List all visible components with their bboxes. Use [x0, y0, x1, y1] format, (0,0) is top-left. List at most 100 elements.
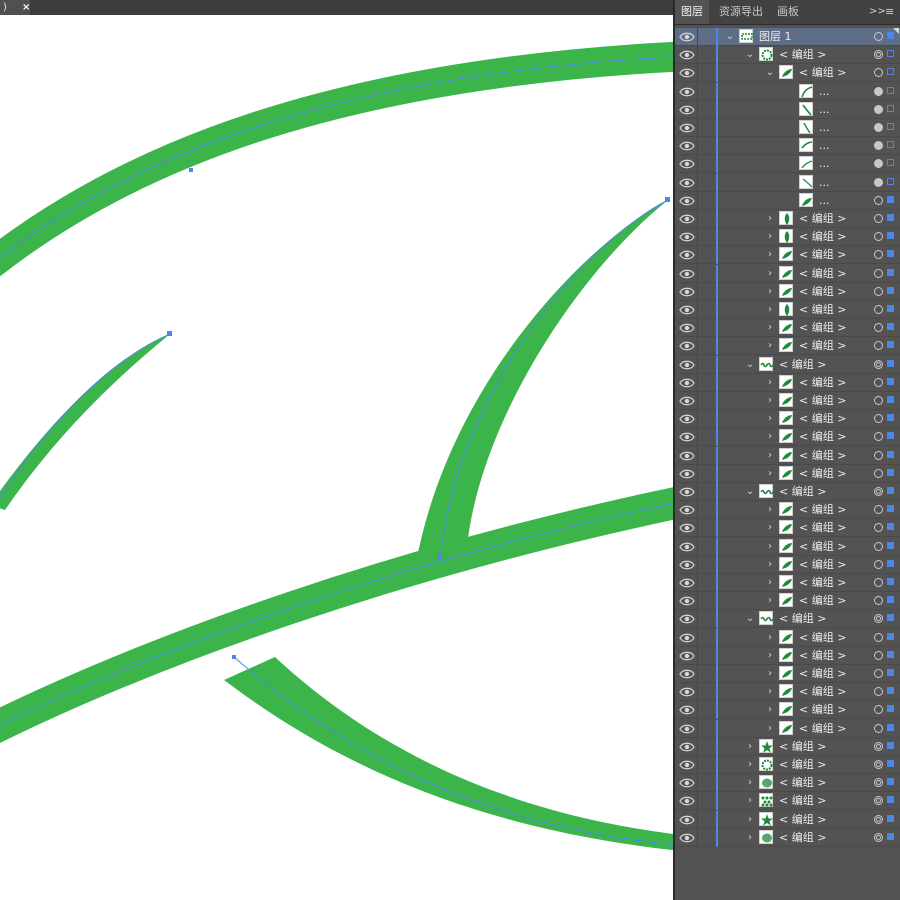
- selection-square-icon[interactable]: [887, 377, 894, 385]
- target-circle-icon[interactable]: [874, 796, 883, 806]
- path-row[interactable]: ...: [675, 191, 900, 210]
- artboard-canvas[interactable]: [0, 15, 673, 900]
- layer-name[interactable]: < 编组 >: [799, 210, 846, 228]
- eye-icon[interactable]: [679, 413, 695, 425]
- eye-icon[interactable]: [679, 195, 695, 207]
- chevron-right-icon[interactable]: ›: [765, 429, 775, 443]
- target-circle-icon[interactable]: [874, 141, 883, 151]
- target-circle-icon[interactable]: [874, 814, 883, 824]
- tab-layers[interactable]: 图层: [675, 0, 709, 24]
- chevron-right-icon[interactable]: ›: [765, 448, 775, 462]
- selection-square-icon[interactable]: [887, 268, 894, 276]
- eye-icon[interactable]: [679, 559, 695, 571]
- group-row[interactable]: › < 编组 >: [675, 810, 900, 829]
- group-row[interactable]: › < 编组 >: [675, 410, 900, 429]
- chevron-right-icon[interactable]: ›: [745, 757, 755, 771]
- chevron-right-icon[interactable]: ›: [765, 630, 775, 644]
- layer-name[interactable]: < 编组 >: [779, 774, 826, 792]
- chevron-right-icon[interactable]: ›: [765, 648, 775, 662]
- target-circle-icon[interactable]: [874, 650, 883, 660]
- anchor-point[interactable]: [232, 655, 236, 659]
- layer-name[interactable]: < 编组 >: [799, 683, 846, 701]
- group-row[interactable]: › < 编组 >: [675, 392, 900, 410]
- chevron-right-icon[interactable]: ›: [765, 502, 775, 516]
- group-row[interactable]: ⌄ < 编组 >: [675, 355, 900, 374]
- chevron-right-icon[interactable]: ›: [765, 247, 775, 261]
- layer-name[interactable]: < 编组 >: [799, 374, 846, 392]
- layer-name[interactable]: < 编组 >: [799, 337, 846, 355]
- eye-icon[interactable]: [679, 213, 695, 225]
- layer-name[interactable]: < 编组 >: [799, 720, 846, 738]
- eye-icon[interactable]: [679, 286, 695, 298]
- layer-name[interactable]: < 编组 >: [799, 428, 846, 446]
- eye-icon[interactable]: [679, 704, 695, 716]
- layer-name[interactable]: < 编组 >: [799, 301, 846, 319]
- chevron-right-icon[interactable]: ›: [765, 211, 775, 225]
- chevron-right-icon[interactable]: ›: [765, 557, 775, 571]
- group-row[interactable]: › < 编组 >: [675, 264, 900, 283]
- group-row[interactable]: › < 编组 >: [675, 719, 900, 738]
- target-circle-icon[interactable]: [874, 778, 883, 788]
- close-icon[interactable]: ×: [22, 0, 30, 15]
- layer-name[interactable]: < 编组 >: [799, 556, 846, 574]
- selection-square-icon[interactable]: [887, 123, 894, 130]
- layer-row[interactable]: ⌄ 图层 1: [675, 28, 900, 46]
- group-row[interactable]: › < 编组 >: [675, 337, 900, 356]
- eye-icon[interactable]: [679, 431, 695, 443]
- layer-name[interactable]: < 编组 >: [799, 701, 846, 719]
- layer-name[interactable]: < 编组 >: [779, 356, 826, 374]
- target-circle-icon[interactable]: [874, 687, 883, 697]
- eye-icon[interactable]: [679, 832, 695, 844]
- selection-square-icon[interactable]: [887, 214, 894, 221]
- anchor-point[interactable]: [437, 556, 441, 560]
- eye-icon[interactable]: [679, 177, 695, 189]
- chevron-right-icon[interactable]: ›: [765, 302, 775, 316]
- layer-name[interactable]: ...: [819, 174, 830, 192]
- chevron-right-icon[interactable]: ›: [765, 575, 775, 589]
- layer-name[interactable]: < 编组 >: [799, 574, 846, 592]
- selection-square-icon[interactable]: [887, 705, 894, 713]
- target-circle-icon[interactable]: [874, 159, 883, 169]
- target-circle-icon[interactable]: [874, 214, 883, 223]
- selection-square-icon[interactable]: [887, 286, 894, 294]
- layer-name[interactable]: < 编组 >: [779, 610, 826, 628]
- target-circle-icon[interactable]: [874, 505, 883, 515]
- eye-icon[interactable]: [679, 268, 695, 280]
- eye-icon[interactable]: [679, 49, 695, 61]
- group-row[interactable]: › < 编组 >: [675, 646, 900, 665]
- document-tab[interactable]: ) ×: [0, 0, 30, 15]
- target-circle-icon[interactable]: [874, 523, 883, 533]
- panel-menu-icon[interactable]: ≡: [885, 0, 894, 24]
- eye-icon[interactable]: [679, 140, 695, 152]
- selection-square-icon[interactable]: [887, 741, 894, 749]
- target-circle-icon[interactable]: [874, 741, 883, 751]
- target-circle-icon[interactable]: [874, 177, 883, 187]
- selection-square-icon[interactable]: [887, 814, 894, 822]
- layer-name[interactable]: < 编组 >: [799, 319, 846, 337]
- layer-name[interactable]: ...: [819, 155, 830, 173]
- target-circle-icon[interactable]: [874, 104, 883, 114]
- selection-square-icon[interactable]: [887, 596, 894, 604]
- layer-name[interactable]: < 编组 >: [779, 738, 826, 756]
- eye-icon[interactable]: [679, 322, 695, 334]
- group-row[interactable]: › < 编组 >: [675, 301, 900, 319]
- eye-icon[interactable]: [679, 741, 695, 753]
- eye-icon[interactable]: [679, 395, 695, 407]
- target-circle-icon[interactable]: [874, 323, 883, 333]
- path-row[interactable]: ...: [675, 119, 900, 137]
- eye-icon[interactable]: [679, 577, 695, 589]
- eye-icon[interactable]: [679, 541, 695, 553]
- chevron-right-icon[interactable]: ›: [765, 229, 775, 243]
- eye-icon[interactable]: [679, 122, 695, 134]
- group-row[interactable]: › < 编组 >: [675, 574, 900, 592]
- chevron-right-icon[interactable]: ›: [765, 411, 775, 425]
- eye-icon[interactable]: [679, 777, 695, 789]
- selection-square-icon[interactable]: [887, 523, 894, 531]
- layer-name[interactable]: < 编组 >: [799, 283, 846, 301]
- target-circle-icon[interactable]: [874, 487, 883, 496]
- selection-square-icon[interactable]: [887, 760, 894, 767]
- target-circle-icon[interactable]: [874, 268, 883, 278]
- selection-square-icon[interactable]: [887, 414, 894, 422]
- layer-name[interactable]: < 编组 >: [799, 392, 846, 410]
- eye-icon[interactable]: [679, 31, 695, 43]
